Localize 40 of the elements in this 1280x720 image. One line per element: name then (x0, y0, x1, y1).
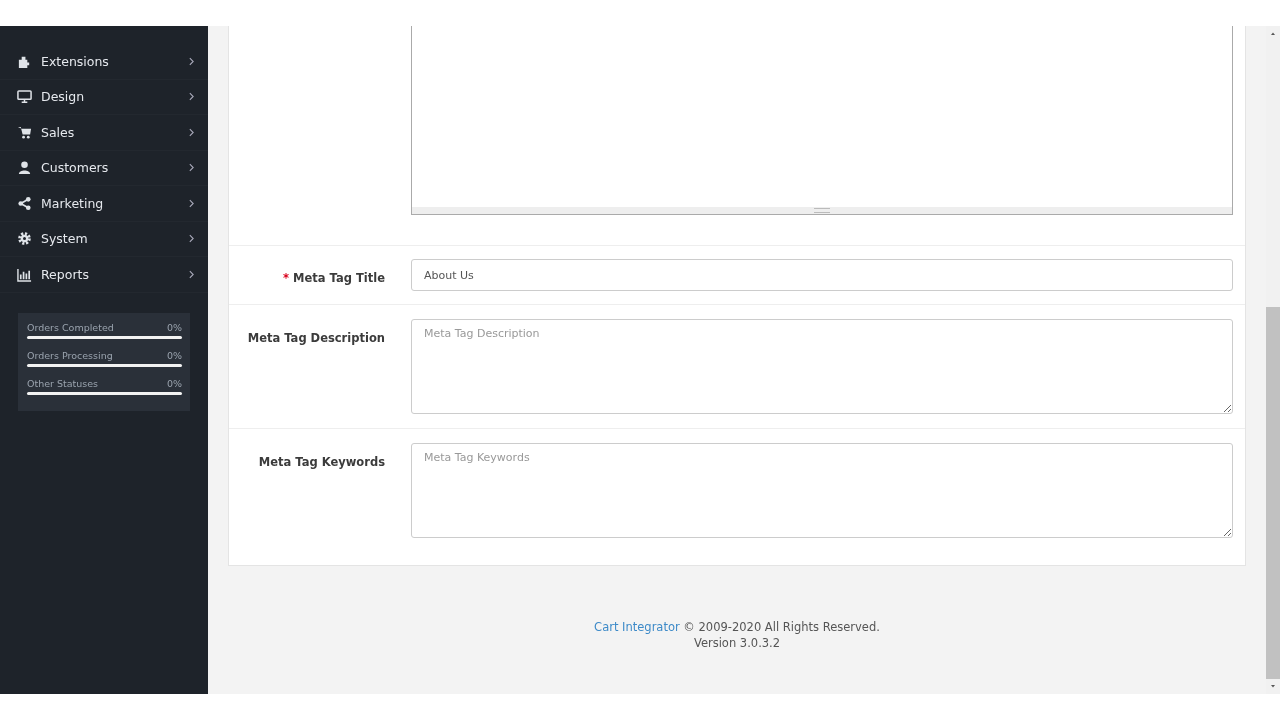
user-icon (17, 160, 32, 176)
stat-value: 0% (166, 321, 182, 333)
cart-icon (17, 124, 32, 140)
menu-item[interactable]: Marketing (0, 186, 208, 222)
chevron-right-icon (189, 163, 194, 173)
chevron-right-icon (189, 269, 194, 279)
stat-label: Orders Processing (27, 349, 113, 361)
chevron-right-icon (189, 56, 194, 66)
copyright-text: © 2009-2020 All Rights Reserved. (682, 620, 880, 634)
editor-area[interactable] (411, 26, 1233, 215)
menu-item[interactable]: Customers (0, 150, 208, 186)
input-field[interactable]: About Us (411, 259, 1233, 291)
stat-label: Other Statuses (27, 377, 99, 389)
stat-value: 0% (166, 349, 182, 361)
field-label: Meta Tag Description (247, 331, 385, 345)
chevron-right-icon (189, 198, 194, 208)
monitor-icon (17, 89, 32, 105)
scroll-down-icon[interactable] (1269, 685, 1277, 688)
stat-value: 0% (166, 377, 182, 389)
bar-chart-icon (17, 266, 32, 282)
menu-item[interactable]: Extensions (0, 44, 208, 80)
resize-bar[interactable] (412, 207, 1232, 214)
menu-item[interactable]: Design (0, 79, 208, 115)
field-label: Meta Tag Keywords (258, 455, 385, 469)
stat-label: Orders Completed (27, 321, 114, 333)
menu-item[interactable]: Reports (0, 257, 208, 293)
chevron-right-icon (189, 92, 194, 102)
menu-item[interactable]: System (0, 221, 208, 257)
chevron-right-icon (189, 234, 194, 244)
textarea-field[interactable]: Meta Tag Description (411, 319, 1233, 414)
share-icon (17, 195, 32, 211)
scroll-up-icon[interactable] (1269, 32, 1277, 35)
gear-icon (17, 231, 32, 247)
scrollbar-thumb[interactable] (1266, 307, 1280, 679)
chevron-right-icon (189, 127, 194, 137)
textarea-field[interactable]: Meta Tag Keywords (411, 443, 1233, 538)
version-text: Version 3.0.3.2 (692, 635, 782, 651)
menu-item[interactable]: Sales (0, 115, 208, 151)
field-label: Meta Tag Title (293, 271, 385, 285)
required-mark: * (283, 271, 290, 285)
